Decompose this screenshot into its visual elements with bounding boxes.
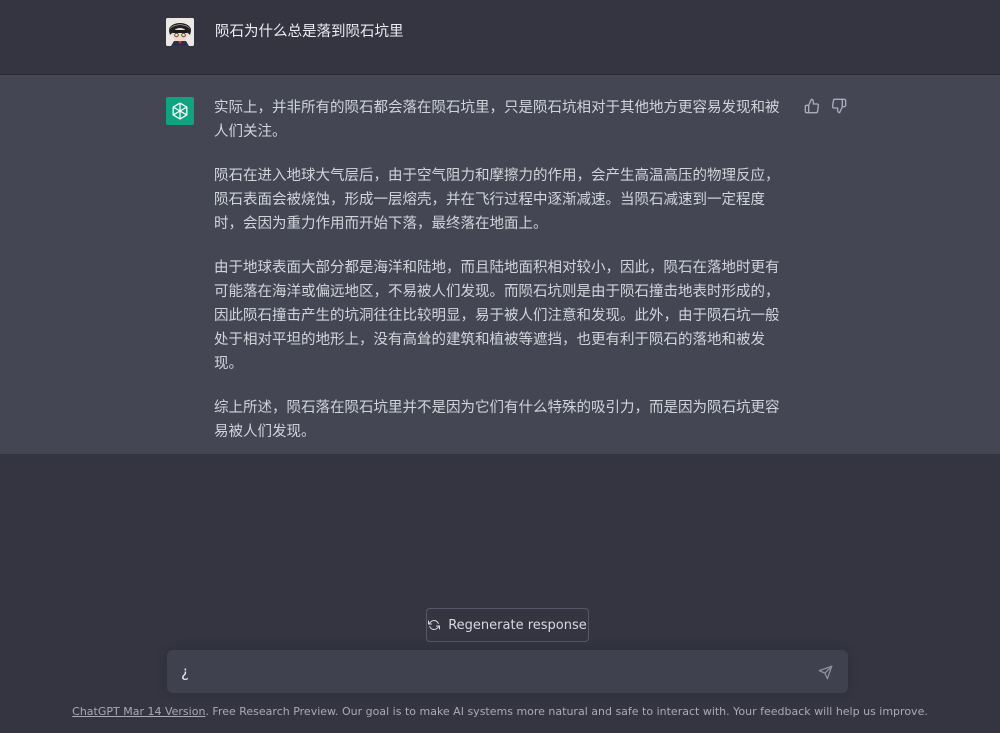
assistant-message-text: 实际上，并非所有的陨石都会落在陨石坑里，只是陨石坑相对于其他地方更容易发现和被人… bbox=[214, 96, 790, 464]
composer bbox=[167, 650, 848, 693]
user-message-row: 陨石为什么总是落到陨石坑里 bbox=[0, 0, 1000, 75]
user-avatar bbox=[166, 18, 194, 46]
version-link[interactable]: ChatGPT Mar 14 Version bbox=[72, 705, 205, 718]
thumbs-up-button[interactable] bbox=[803, 97, 820, 114]
send-button[interactable] bbox=[816, 663, 834, 681]
refresh-icon bbox=[428, 620, 441, 630]
footer-disclaimer: ChatGPT Mar 14 Version. Free Research Pr… bbox=[0, 704, 1000, 720]
thumbs-up-icon bbox=[804, 98, 819, 113]
regenerate-response-button[interactable]: Regenerate response bbox=[426, 608, 589, 642]
assistant-message-row: 实际上，并非所有的陨石都会落在陨石坑里，只是陨石坑相对于其他地方更容易发现和被人… bbox=[0, 75, 1000, 455]
feedback-buttons bbox=[803, 97, 847, 114]
assistant-paragraph: 由于地球表面大部分都是海洋和陆地，而且陆地面积相对较小，因此，陨石在落地时更有可… bbox=[214, 260, 780, 372]
message-input[interactable] bbox=[181, 661, 781, 683]
user-message-text: 陨石为什么总是落到陨石坑里 bbox=[215, 24, 404, 40]
regenerate-label: Regenerate response bbox=[448, 617, 587, 633]
assistant-avatar bbox=[166, 97, 194, 125]
openai-logo-icon bbox=[172, 102, 188, 120]
thumbs-down-button[interactable] bbox=[830, 97, 847, 114]
assistant-paragraph: 综上所述，陨石落在陨石坑里并不是因为它们有什么特殊的吸引力，而是因为陨石坑更容易… bbox=[214, 400, 780, 440]
chat-page: 陨石为什么总是落到陨石坑里 实际上，并非所有的陨石都会落在陨石坑里，只是陨石坑相… bbox=[0, 0, 1000, 733]
user-avatar-photo bbox=[166, 18, 194, 46]
thumbs-down-icon bbox=[831, 98, 846, 113]
assistant-paragraph: 陨石在进入地球大气层后，由于空气阻力和摩擦力的作用，会产生高温高压的物理反应，陨… bbox=[214, 168, 780, 232]
footer-text: . Free Research Preview. Our goal is to … bbox=[205, 705, 928, 718]
assistant-paragraph: 实际上，并非所有的陨石都会落在陨石坑里，只是陨石坑相对于其他地方更容易发现和被人… bbox=[214, 100, 780, 140]
send-icon bbox=[818, 665, 832, 679]
